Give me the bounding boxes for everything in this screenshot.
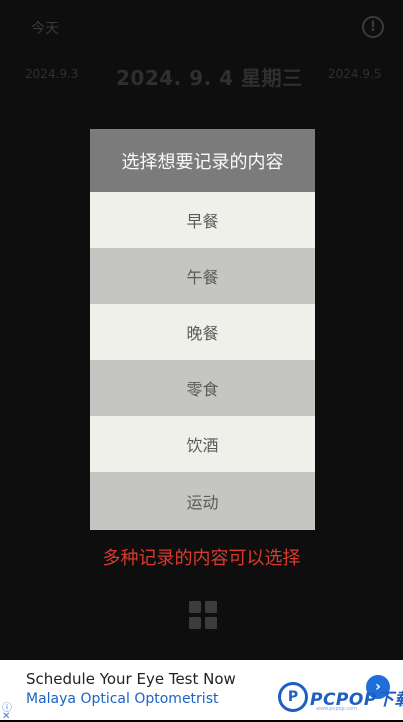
exclamation-circle-icon[interactable]: ! [362,16,384,38]
record-type-dialog: 选择想要记录的内容 早餐 午餐 晚餐 零食 饮酒 运动 [90,129,315,530]
current-date: 2024. 9. 4 星期三 [116,66,303,90]
ad-close-icon[interactable]: ✕ [2,711,10,722]
watermark-subtext: www.pcpop.com [316,706,357,712]
today-button[interactable]: 今天 [31,18,59,38]
option-drinking[interactable]: 饮酒 [90,416,315,472]
option-exercise[interactable]: 运动 [90,472,315,530]
previous-date[interactable]: 2024.9.3 [25,67,78,81]
option-lunch[interactable]: 午餐 [90,248,315,304]
dialog-title: 选择想要记录的内容 [90,129,315,192]
next-date[interactable]: 2024.9.5 [328,67,381,81]
watermark-logo-icon: P [278,682,308,712]
option-snack[interactable]: 零食 [90,360,315,416]
ad-title[interactable]: Schedule Your Eye Test Now [26,670,236,688]
ad-subtitle[interactable]: Malaya Optical Optometrist [26,691,218,707]
option-dinner[interactable]: 晚餐 [90,304,315,360]
grid-icon[interactable] [189,601,217,629]
feature-caption: 多种记录的内容可以选择 [102,548,301,569]
option-breakfast[interactable]: 早餐 [90,192,315,248]
